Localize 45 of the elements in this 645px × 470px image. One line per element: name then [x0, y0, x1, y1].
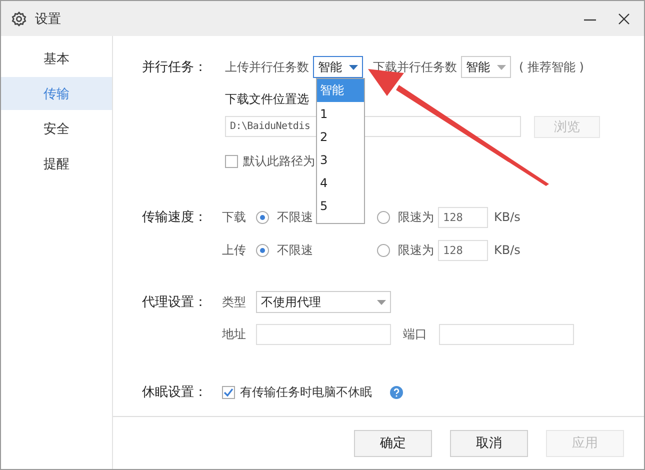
port-field[interactable] [439, 324, 574, 344]
proxy-type-select[interactable]: 不使用代理 [256, 291, 391, 313]
checkbox[interactable] [225, 154, 238, 168]
settings-icon [11, 10, 27, 26]
caret-icon [377, 300, 386, 304]
close-icon[interactable] [617, 12, 631, 26]
unit-label: KB/s [494, 210, 520, 224]
radio-button[interactable] [256, 210, 269, 224]
checkbox[interactable] [222, 386, 235, 398]
upload-tasks-select[interactable]: 智能 [313, 56, 363, 78]
port-label: 端口 [403, 326, 427, 342]
hint-text: ( 推荐智能 ) [519, 58, 584, 76]
upload-tasks-label: 上传并行任务数 [225, 58, 309, 76]
section-label: 并行任务： [142, 59, 208, 76]
checkbox-label: 默认此路径为 [243, 152, 315, 170]
type-label: 类型 [222, 294, 246, 310]
radio-label: 不限速 [277, 208, 314, 226]
speed-field[interactable]: 128 [438, 240, 488, 260]
sidebar-item[interactable]: 基本 [1, 42, 112, 75]
location-label: 下载文件位置选 [225, 90, 309, 108]
radio-button[interactable] [256, 244, 269, 256]
radio-label: 限速为 [398, 208, 434, 226]
address-field[interactable] [256, 324, 391, 344]
sidebar-item[interactable]: 提醒 [1, 147, 112, 180]
radio-button[interactable] [377, 244, 390, 256]
direction-label: 下载 [222, 208, 246, 226]
window-title: 设置 [35, 10, 62, 28]
download-tasks-select[interactable]: 智能 [461, 56, 511, 78]
caret-icon [349, 64, 358, 70]
direction-label: 上传 [222, 242, 246, 258]
radio-button[interactable] [377, 210, 390, 224]
address-label: 地址 [222, 326, 246, 342]
caret-icon [497, 64, 506, 70]
dialog-button[interactable]: 确定 [354, 430, 432, 456]
radio-label: 不限速 [277, 242, 314, 258]
unit-label: KB/s [494, 243, 520, 257]
sidebar-item[interactable]: 安全 [1, 112, 112, 145]
speed-field[interactable]: 128 [438, 206, 488, 228]
dialog-button[interactable]: 取消 [450, 430, 528, 456]
section-label: 传输速度： [142, 209, 208, 226]
section-label: 代理设置： [142, 294, 208, 311]
section-label: 休眠设置： [142, 384, 208, 401]
checkbox-label: 有传输任务时电脑不休眠 [240, 384, 372, 400]
help-icon[interactable] [390, 386, 403, 398]
radio-label: 限速为 [398, 242, 434, 258]
